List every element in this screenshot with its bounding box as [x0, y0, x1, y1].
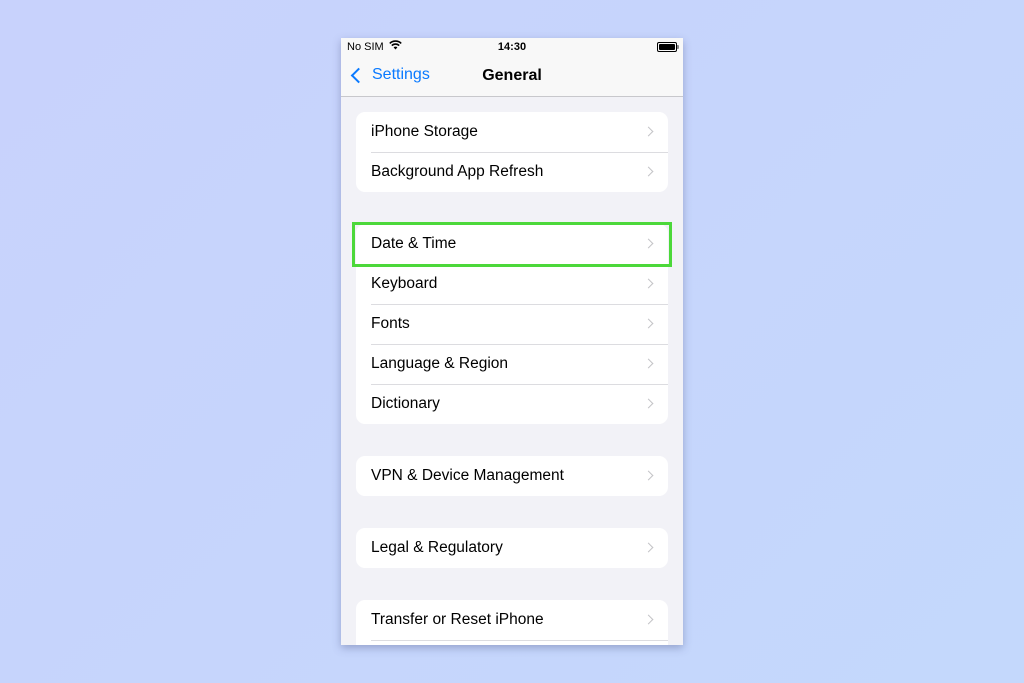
- navigation-bar: Settings General: [341, 58, 683, 97]
- row-shutdown-partial[interactable]: [356, 640, 668, 645]
- settings-group-reset: Transfer or Reset iPhone: [356, 600, 668, 645]
- row-vpn-device-management[interactable]: VPN & Device Management: [356, 456, 668, 496]
- row-language-region[interactable]: Language & Region: [356, 344, 668, 384]
- chevron-right-icon: [643, 126, 654, 137]
- page-title: General: [482, 67, 542, 84]
- chevron-right-icon: [643, 318, 654, 329]
- settings-group-storage: iPhone Storage Background App Refresh: [356, 112, 668, 192]
- phone-screen: No SIM 14:30 Settings General iPhone Sto…: [341, 38, 683, 645]
- row-label: Dictionary: [371, 395, 440, 412]
- row-legal-regulatory[interactable]: Legal & Regulatory: [356, 528, 668, 568]
- chevron-right-icon: [643, 614, 654, 625]
- row-label: Transfer or Reset iPhone: [371, 611, 544, 628]
- chevron-right-icon: [643, 398, 654, 409]
- row-label: VPN & Device Management: [371, 467, 564, 484]
- chevron-right-icon: [643, 166, 654, 177]
- battery-icon: [657, 42, 679, 52]
- row-label: Background App Refresh: [371, 163, 544, 180]
- row-label: Legal & Regulatory: [371, 539, 503, 556]
- settings-group-legal: Legal & Regulatory: [356, 528, 668, 568]
- row-date-time[interactable]: Date & Time: [356, 224, 668, 264]
- row-transfer-reset[interactable]: Transfer or Reset iPhone: [356, 600, 668, 640]
- row-background-app-refresh[interactable]: Background App Refresh: [356, 152, 668, 192]
- row-fonts[interactable]: Fonts: [356, 304, 668, 344]
- chevron-right-icon: [643, 470, 654, 481]
- row-keyboard[interactable]: Keyboard: [356, 264, 668, 304]
- row-label: Fonts: [371, 315, 410, 332]
- row-label: Keyboard: [371, 275, 438, 292]
- row-label: iPhone Storage: [371, 123, 478, 140]
- chevron-right-icon: [643, 542, 654, 553]
- row-iphone-storage[interactable]: iPhone Storage: [356, 112, 668, 152]
- clock: 14:30: [497, 41, 527, 53]
- row-label: Language & Region: [371, 355, 509, 372]
- row-label: Date & Time: [371, 235, 457, 252]
- settings-group-vpn: VPN & Device Management: [356, 456, 668, 496]
- chevron-right-icon: [643, 278, 654, 289]
- settings-group-locale: Date & Time Keyboard Fonts Language & Re…: [356, 224, 668, 424]
- row-dictionary[interactable]: Dictionary: [356, 384, 668, 424]
- status-bar: No SIM 14:30: [341, 38, 683, 58]
- chevron-right-icon: [643, 358, 654, 369]
- chevron-right-icon: [643, 238, 654, 249]
